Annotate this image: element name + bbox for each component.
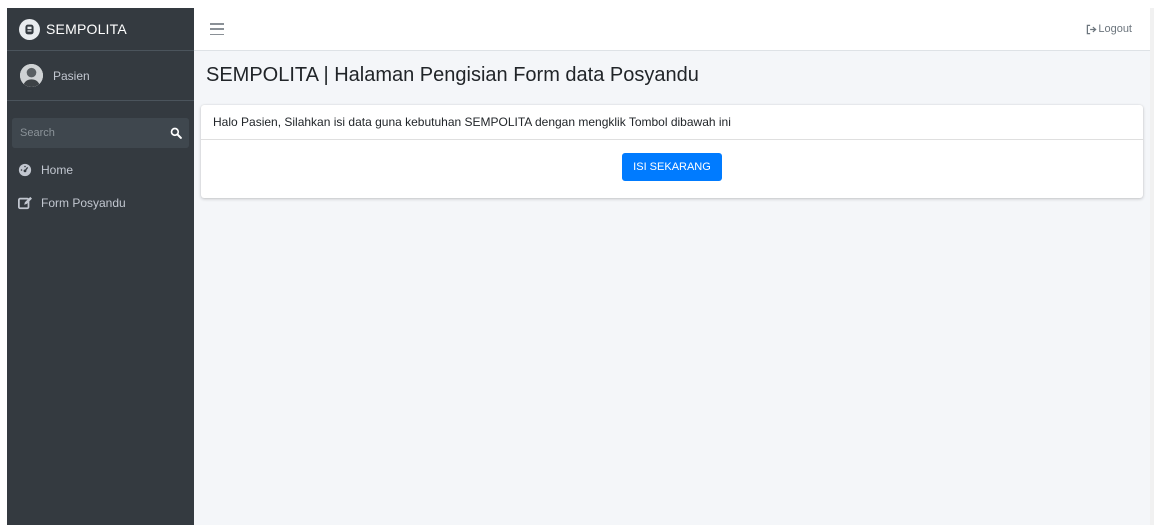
- search-button[interactable]: [162, 118, 189, 148]
- brand-name: SEMPOLITA: [46, 21, 127, 37]
- tachometer-icon: [18, 163, 32, 177]
- sidebar-item-home[interactable]: Home: [7, 153, 194, 186]
- hamburger-icon[interactable]: [210, 23, 224, 35]
- sidebar-item-label: Form Posyandu: [41, 195, 126, 210]
- search-input[interactable]: [12, 118, 162, 148]
- search-icon: [170, 127, 182, 139]
- brand-link[interactable]: SEMPOLITA: [7, 8, 194, 51]
- content-wrapper: SEMPOLITA | Halaman Pengisian Form data …: [194, 51, 1150, 525]
- card-header-text: Halo Pasien, Silahkan isi data guna kebu…: [201, 105, 1143, 140]
- edit-icon: [18, 196, 32, 210]
- sidebar: SEMPOLITA Pasien Home Form Posyandu: [7, 8, 194, 525]
- top-navbar: Logout: [194, 8, 1150, 51]
- sidebar-item-label: Home: [41, 162, 74, 177]
- card-body: ISI SEKARANG: [201, 140, 1143, 198]
- sidebar-nav: Home Form Posyandu: [7, 153, 194, 219]
- user-name: Pasien: [53, 68, 90, 83]
- brand-logo-icon: [19, 18, 40, 40]
- info-card: Halo Pasien, Silahkan isi data guna kebu…: [201, 105, 1143, 198]
- sidebar-search: [12, 118, 189, 148]
- sidebar-item-form-posyandu[interactable]: Form Posyandu: [7, 186, 194, 219]
- isi-sekarang-button[interactable]: ISI SEKARANG: [622, 153, 722, 181]
- sign-out-icon: [1087, 24, 1097, 34]
- page-title: SEMPOLITA | Halaman Pengisian Form data …: [206, 64, 699, 86]
- user-avatar: [20, 64, 43, 87]
- logout-link[interactable]: Logout: [1086, 23, 1132, 35]
- user-panel[interactable]: Pasien: [7, 51, 194, 101]
- scrollbar[interactable]: [1150, 8, 1154, 525]
- logout-label: Logout: [1098, 23, 1132, 35]
